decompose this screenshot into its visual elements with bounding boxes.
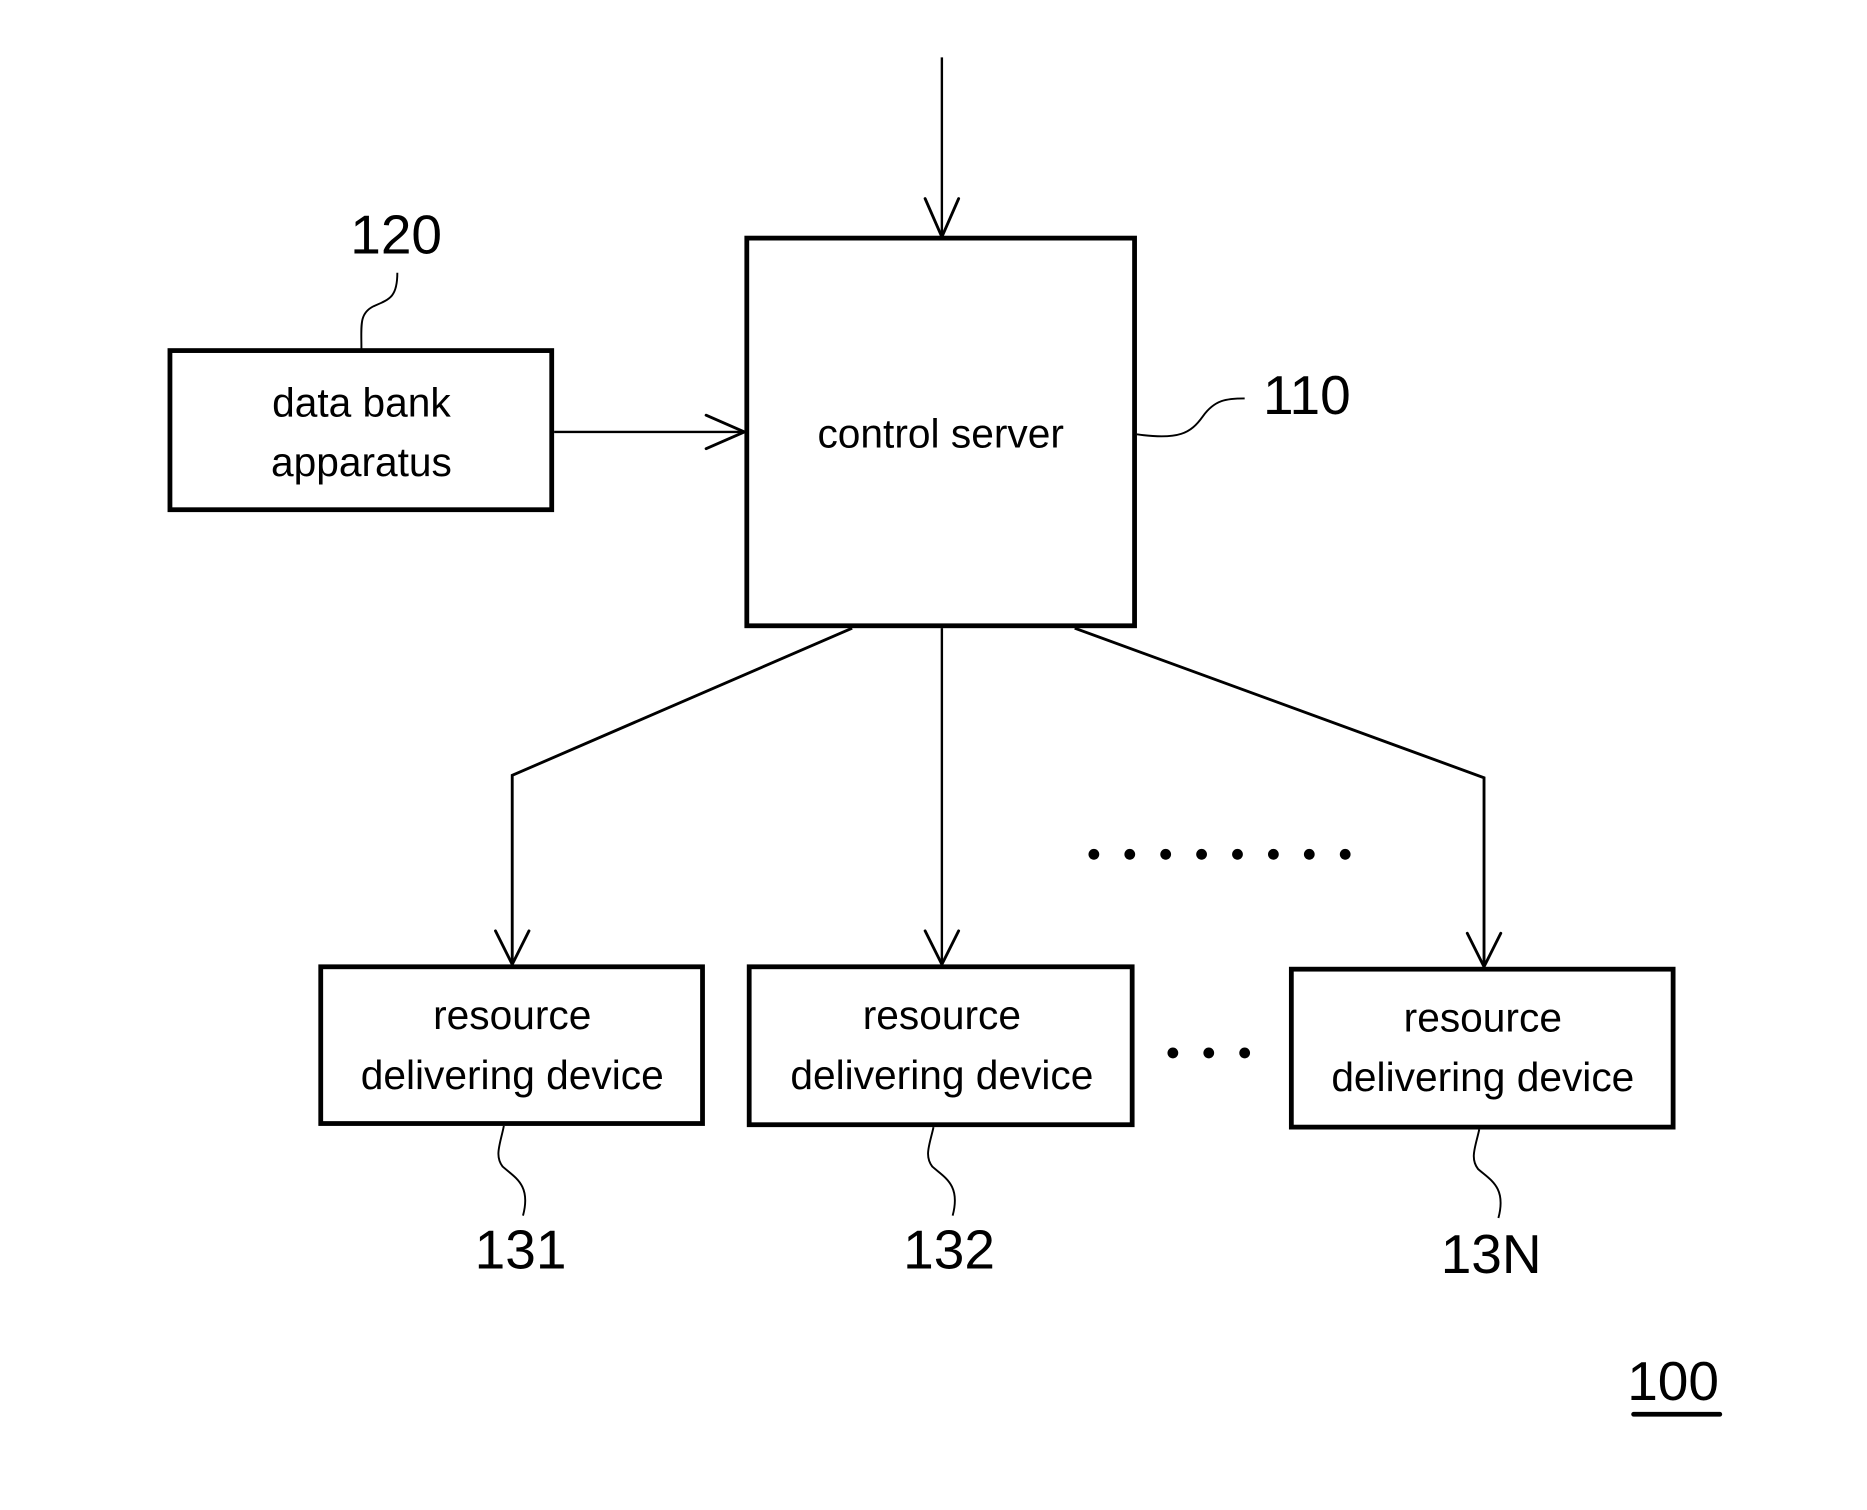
device-2-label-line-1: resource (863, 992, 1021, 1038)
data-bank-label-line-1: data bank (272, 379, 451, 425)
ellipsis-dot (1196, 848, 1207, 860)
ellipsis-dot (1268, 848, 1279, 860)
device-1-box (318, 964, 705, 1126)
device-1-label-line-2: delivering device (361, 1052, 664, 1098)
ref-131: 131 (475, 1218, 567, 1280)
ref-110: 110 (1263, 364, 1351, 426)
leader-13n (1472, 1129, 1502, 1219)
data-bank-box (167, 348, 555, 513)
block-diagram: control server 110 data bank apparatus 1… (167, 57, 1723, 1417)
ref-120: 120 (350, 204, 442, 266)
ellipsis-dot (1160, 848, 1172, 860)
ellipsis-dot (1239, 1047, 1251, 1059)
leader-132 (927, 1126, 956, 1216)
device-2-label-line-2: delivering device (790, 1052, 1093, 1098)
ellipsis-dot (1124, 848, 1136, 860)
device-n-label-line-1: resource (1404, 994, 1562, 1040)
ref-13n: 13N (1441, 1223, 1542, 1285)
data-bank-label-line-2: apparatus (271, 439, 452, 485)
upper-ellipsis (1088, 848, 1351, 860)
ellipsis-dot (1167, 1047, 1179, 1059)
device-n-box (1288, 966, 1676, 1130)
device-1-block: resource delivering device (318, 964, 705, 1126)
device-1-label-line-1: resource (433, 992, 591, 1038)
device-2-box (746, 964, 1135, 1128)
ellipsis-dot (1303, 848, 1315, 860)
ellipsis-dot (1088, 848, 1100, 860)
leader-110 (1136, 397, 1245, 438)
ellipsis-dot (1203, 1047, 1215, 1059)
leader-131 (497, 1125, 527, 1216)
device-2-block: resource delivering device (746, 964, 1135, 1128)
ellipsis-dot (1232, 848, 1243, 860)
control-server-block: control server (744, 235, 1137, 629)
data-bank-block: data bank apparatus (167, 348, 555, 513)
ref-132: 132 (903, 1218, 995, 1280)
device-1-line (510, 626, 853, 965)
edge-data-bank-to-control-server (554, 413, 746, 451)
edge-control-server-to-device-2 (923, 628, 961, 966)
edge-control-server-to-device-1 (494, 626, 853, 966)
device-n-label-line-2: delivering device (1331, 1054, 1634, 1100)
device-n-block: resource delivering device (1288, 966, 1676, 1130)
control-server-label: control server (817, 411, 1063, 457)
edge-input-to-control-server (923, 57, 961, 239)
device-n-line (1074, 626, 1486, 967)
leader-120 (360, 272, 399, 350)
lower-ellipsis (1167, 1047, 1251, 1059)
ellipsis-dot (1339, 848, 1351, 860)
figure-ref-100: 100 (1627, 1350, 1719, 1412)
edge-control-server-to-device-n (1074, 626, 1503, 969)
diagram-canvas: control server 110 data bank apparatus 1… (0, 0, 1867, 1510)
